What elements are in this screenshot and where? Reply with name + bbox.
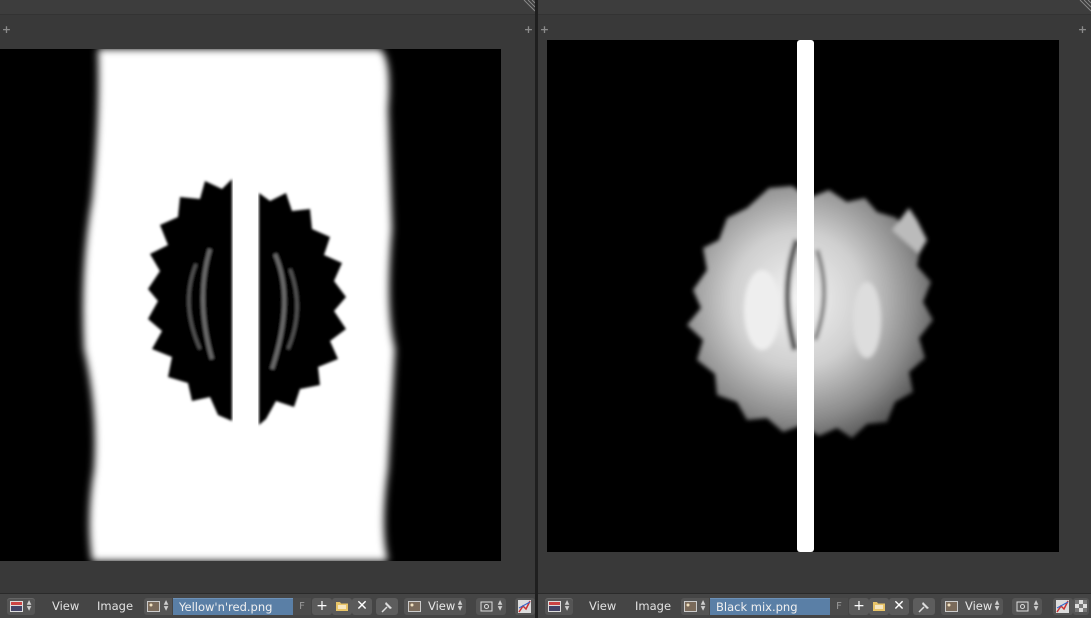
fake-user-button[interactable]: F xyxy=(293,598,311,615)
fake-user-button[interactable]: F xyxy=(830,598,848,615)
view-mode-selector[interactable]: View ▲ ▼ xyxy=(404,598,466,615)
plus-icon: + xyxy=(316,598,328,614)
pivot-selector[interactable]: ▲ ▼ xyxy=(1012,598,1042,615)
properties-toggle-icon[interactable]: + xyxy=(523,24,534,35)
editor-type-arrows-icon: ▲ ▼ xyxy=(564,599,570,612)
left-image-viewport[interactable] xyxy=(0,49,501,561)
pivot-arrows-icon: ▲ ▼ xyxy=(1033,599,1039,612)
left-image-editor: + + ▲ ▼ View Image ▲ ▼ Yellow'n'red.png … xyxy=(0,0,535,618)
right-image-editor: + + ▲ ▼ View Image ▲ ▼ Black mix.png F +… xyxy=(538,0,1091,618)
right-image-header: ▲ ▼ View Image ▲ ▼ Black mix.png F + ✕ Vie… xyxy=(538,593,1091,618)
view-mode-arrows-icon: ▲ ▼ xyxy=(994,599,1000,612)
properties-toggle-icon[interactable]: + xyxy=(1077,24,1088,35)
alpha-toggle-button[interactable] xyxy=(1073,598,1089,615)
render-slot-button[interactable] xyxy=(515,598,535,615)
open-image-button[interactable] xyxy=(332,598,352,615)
toolbar-toggle-icon[interactable]: + xyxy=(539,24,550,35)
folder-icon xyxy=(873,602,885,611)
right-image-viewport[interactable] xyxy=(547,40,1059,552)
image-editor-icon xyxy=(10,601,23,612)
histogram-icon xyxy=(518,600,531,613)
menu-image[interactable]: Image xyxy=(97,599,133,614)
view-mode-arrows-icon: ▲ ▼ xyxy=(457,599,463,612)
area-split-grip-icon[interactable] xyxy=(521,0,535,14)
histogram-icon xyxy=(1056,600,1069,613)
open-image-button[interactable] xyxy=(869,598,889,615)
view-mode-label: View xyxy=(428,599,456,613)
plus-icon: + xyxy=(853,598,865,614)
menu-image[interactable]: Image xyxy=(635,599,671,614)
right-header-strip xyxy=(538,0,1091,15)
pivot-icon xyxy=(480,601,493,612)
pin-button[interactable] xyxy=(376,598,398,615)
new-image-button[interactable]: + xyxy=(849,598,869,615)
new-image-button[interactable]: + xyxy=(312,598,332,615)
toolbar-toggle-icon[interactable]: + xyxy=(1,24,12,35)
image-name-field[interactable]: Black mix.png xyxy=(710,598,830,615)
left-image-header: ▲ ▼ View Image ▲ ▼ Yellow'n'red.png F + ✕ … xyxy=(0,593,535,618)
close-icon: ✕ xyxy=(893,598,905,614)
image-view-icon xyxy=(945,601,958,612)
editor-type-selector[interactable]: ▲ ▼ xyxy=(7,598,35,615)
menu-view[interactable]: View xyxy=(52,599,79,614)
view-mode-selector[interactable]: View ▲ ▼ xyxy=(941,598,1003,615)
pivot-icon xyxy=(1016,601,1029,612)
menu-view[interactable]: View xyxy=(589,599,616,614)
pin-icon xyxy=(918,602,929,613)
right-image-content xyxy=(547,40,1059,552)
image-name-field[interactable]: Yellow'n'red.png xyxy=(173,598,293,615)
checker-icon xyxy=(1075,600,1087,612)
render-slot-button[interactable] xyxy=(1053,598,1073,615)
left-image-content xyxy=(0,49,501,561)
browse-arrows-icon: ▲ ▼ xyxy=(700,599,706,612)
image-browse-button[interactable]: ▲ ▼ xyxy=(681,598,709,615)
close-icon: ✕ xyxy=(356,598,368,614)
image-editor-icon xyxy=(548,601,561,612)
browse-arrows-icon: ▲ ▼ xyxy=(163,599,169,612)
image-browse-button[interactable]: ▲ ▼ xyxy=(144,598,172,615)
unlink-image-button[interactable]: ✕ xyxy=(889,598,909,615)
image-view-icon xyxy=(408,601,421,612)
pin-icon xyxy=(381,602,392,613)
left-header-strip xyxy=(0,0,535,15)
view-mode-label: View xyxy=(965,599,993,613)
editor-type-arrows-icon: ▲ ▼ xyxy=(26,599,32,612)
pivot-selector[interactable]: ▲ ▼ xyxy=(476,598,506,615)
area-split-grip-icon[interactable] xyxy=(1077,0,1091,14)
pivot-arrows-icon: ▲ ▼ xyxy=(497,599,503,612)
folder-icon xyxy=(336,602,348,611)
unlink-image-button[interactable]: ✕ xyxy=(352,598,372,615)
image-browse-icon xyxy=(684,601,697,612)
image-browse-icon xyxy=(147,601,160,612)
pin-button[interactable] xyxy=(913,598,935,615)
editor-type-selector[interactable]: ▲ ▼ xyxy=(545,598,573,615)
